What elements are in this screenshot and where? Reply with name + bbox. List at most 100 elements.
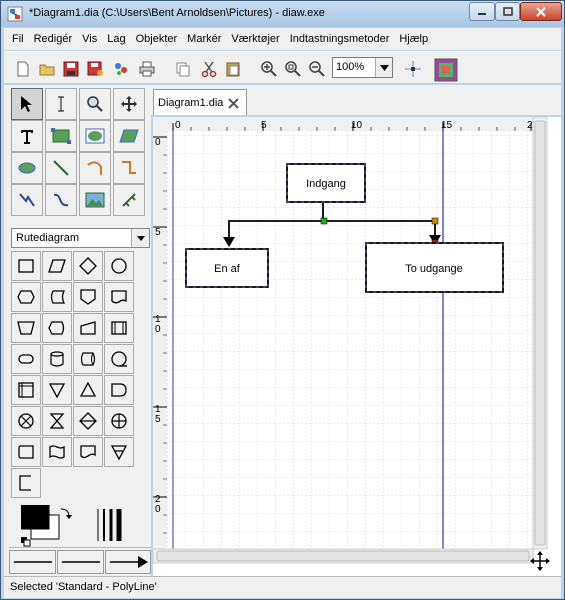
menu-indtastningsmetoder[interactable]: Indtastningsmetoder [285,33,395,45]
shape-predefined-process[interactable] [104,313,134,343]
shape-online-storage[interactable] [73,437,103,467]
end-arrow-selector[interactable] [105,550,151,574]
selection-handle-green[interactable] [320,217,328,225]
tool-polyline[interactable] [11,184,43,216]
minimize-button[interactable] [469,2,495,21]
ruler-h-label: 5 [261,120,267,131]
shape-extract[interactable] [73,375,103,405]
tab-close-icon[interactable] [228,98,239,109]
paste-icon[interactable] [224,60,242,78]
print-icon[interactable] [138,60,156,78]
sheet-selector[interactable]: Rutediagram [11,228,150,248]
triangle-down-shape-icon [48,383,66,399]
tool-text[interactable] [11,120,43,152]
window-title: *Diagram1.dia (C:\Users\Bent Arnoldsen\P… [29,7,325,19]
save-as-icon[interactable] [86,60,104,78]
tool-ellipse[interactable] [79,120,111,152]
tool-text-edit[interactable] [45,88,77,120]
shape-merge[interactable] [42,375,72,405]
tool-beziergon[interactable] [11,152,43,184]
shape-offpage[interactable] [73,282,103,312]
shape-stored-data[interactable] [42,282,72,312]
shape-card[interactable] [104,282,134,312]
tool-box[interactable] [45,120,77,152]
zoom-fit-icon[interactable] [284,60,302,78]
vertical-scrollbar-thumb[interactable] [534,120,546,546]
copy-icon[interactable] [174,60,192,78]
new-file-icon[interactable] [14,60,32,78]
tool-magnify[interactable] [79,88,111,120]
shape-display[interactable] [42,313,72,343]
selection-handle-orange[interactable] [431,217,439,225]
zoom-select[interactable]: 100% [332,57,393,78]
tool-polygon[interactable] [113,120,145,152]
menu-vis[interactable]: Vis [77,33,102,45]
shape-manual-operation[interactable] [11,313,41,343]
outline-icon [122,193,136,207]
tool-zigzagline[interactable] [113,152,145,184]
menu-objekter[interactable]: Objekter [131,33,183,45]
sheet-dropdown-button[interactable] [131,229,149,247]
shape-connector[interactable] [104,251,134,281]
tool-scroll[interactable] [113,88,145,120]
open-folder-icon[interactable] [38,60,56,78]
shape-sequential-data[interactable] [104,344,134,374]
ruler-v-label: 5 [155,227,161,238]
toolbox-panel: Rutediagram [4,85,151,576]
title-bar[interactable]: *Diagram1.dia (C:\Users\Bent Arnoldsen\P… [1,1,564,27]
punched-tape-shape-icon [49,445,65,459]
shape-transaction[interactable] [11,437,41,467]
line-style-icon [62,561,100,563]
menu-marker[interactable]: Markér [182,33,226,45]
line-width-icon[interactable] [94,507,130,543]
menu-fil[interactable]: Fil [7,33,29,45]
shape-sort[interactable] [73,406,103,436]
shape-process[interactable] [11,251,41,281]
shape-direct-data[interactable] [73,344,103,374]
start-arrow-selector[interactable] [9,550,56,574]
shape-manual-input[interactable] [73,313,103,343]
tool-image[interactable] [79,184,111,216]
diagram-canvas[interactable]: 0 5 10 15 2 0 5 1 0 1 5 2 0 Indgang En a… [152,116,561,576]
shape-preparation[interactable] [11,282,41,312]
tool-outline[interactable] [113,184,145,216]
maximize-button[interactable] [495,2,520,21]
foreground-background-color-swatch[interactable] [21,505,76,547]
tool-arc[interactable] [79,152,111,184]
zoom-in-icon[interactable] [260,60,278,78]
menu-lag[interactable]: Lag [102,33,130,45]
export-icon[interactable] [112,60,130,78]
menu-rediger[interactable]: Redigér [29,33,78,45]
shape-magnetic-disk[interactable] [42,344,72,374]
shape-terminal[interactable] [11,344,41,374]
horizontal-scrollbar-thumb[interactable] [156,550,530,562]
menu-vaerktojer[interactable]: Værktøjer [226,33,284,45]
snap-to-grid-icon[interactable] [404,60,422,78]
save-icon[interactable] [62,60,80,78]
shape-data[interactable] [42,251,72,281]
tab-diagram1[interactable]: Diagram1.dia [153,89,247,115]
shape-internal-storage[interactable] [11,375,41,405]
shape-annotation[interactable] [11,468,41,498]
zoom-dropdown-button[interactable] [375,58,392,77]
shape-summing-junction[interactable] [11,406,41,436]
tool-line[interactable] [45,152,77,184]
menu-bar: Fil Redigér Vis Lag Objekter Markér Værk… [4,28,561,50]
shape-delay[interactable] [104,375,134,405]
tool-modify[interactable] [11,88,43,120]
ellipse-icon [85,128,105,144]
tool-bezierline[interactable] [45,184,77,216]
shape-off-line-storage[interactable] [104,437,134,467]
menu-hjaelp[interactable]: Hjælp [394,33,433,45]
shape-collate[interactable] [42,406,72,436]
shape-punched-tape[interactable] [42,437,72,467]
close-button[interactable] [520,2,562,21]
beziergon-icon [18,162,36,174]
hexagon-shape-icon [17,290,35,304]
shape-decision[interactable] [73,251,103,281]
shape-or[interactable] [104,406,134,436]
color-swatch-icon[interactable] [434,58,458,82]
line-style-selector[interactable] [57,550,104,574]
zoom-out-icon[interactable] [308,60,326,78]
cut-icon[interactable] [200,60,218,78]
